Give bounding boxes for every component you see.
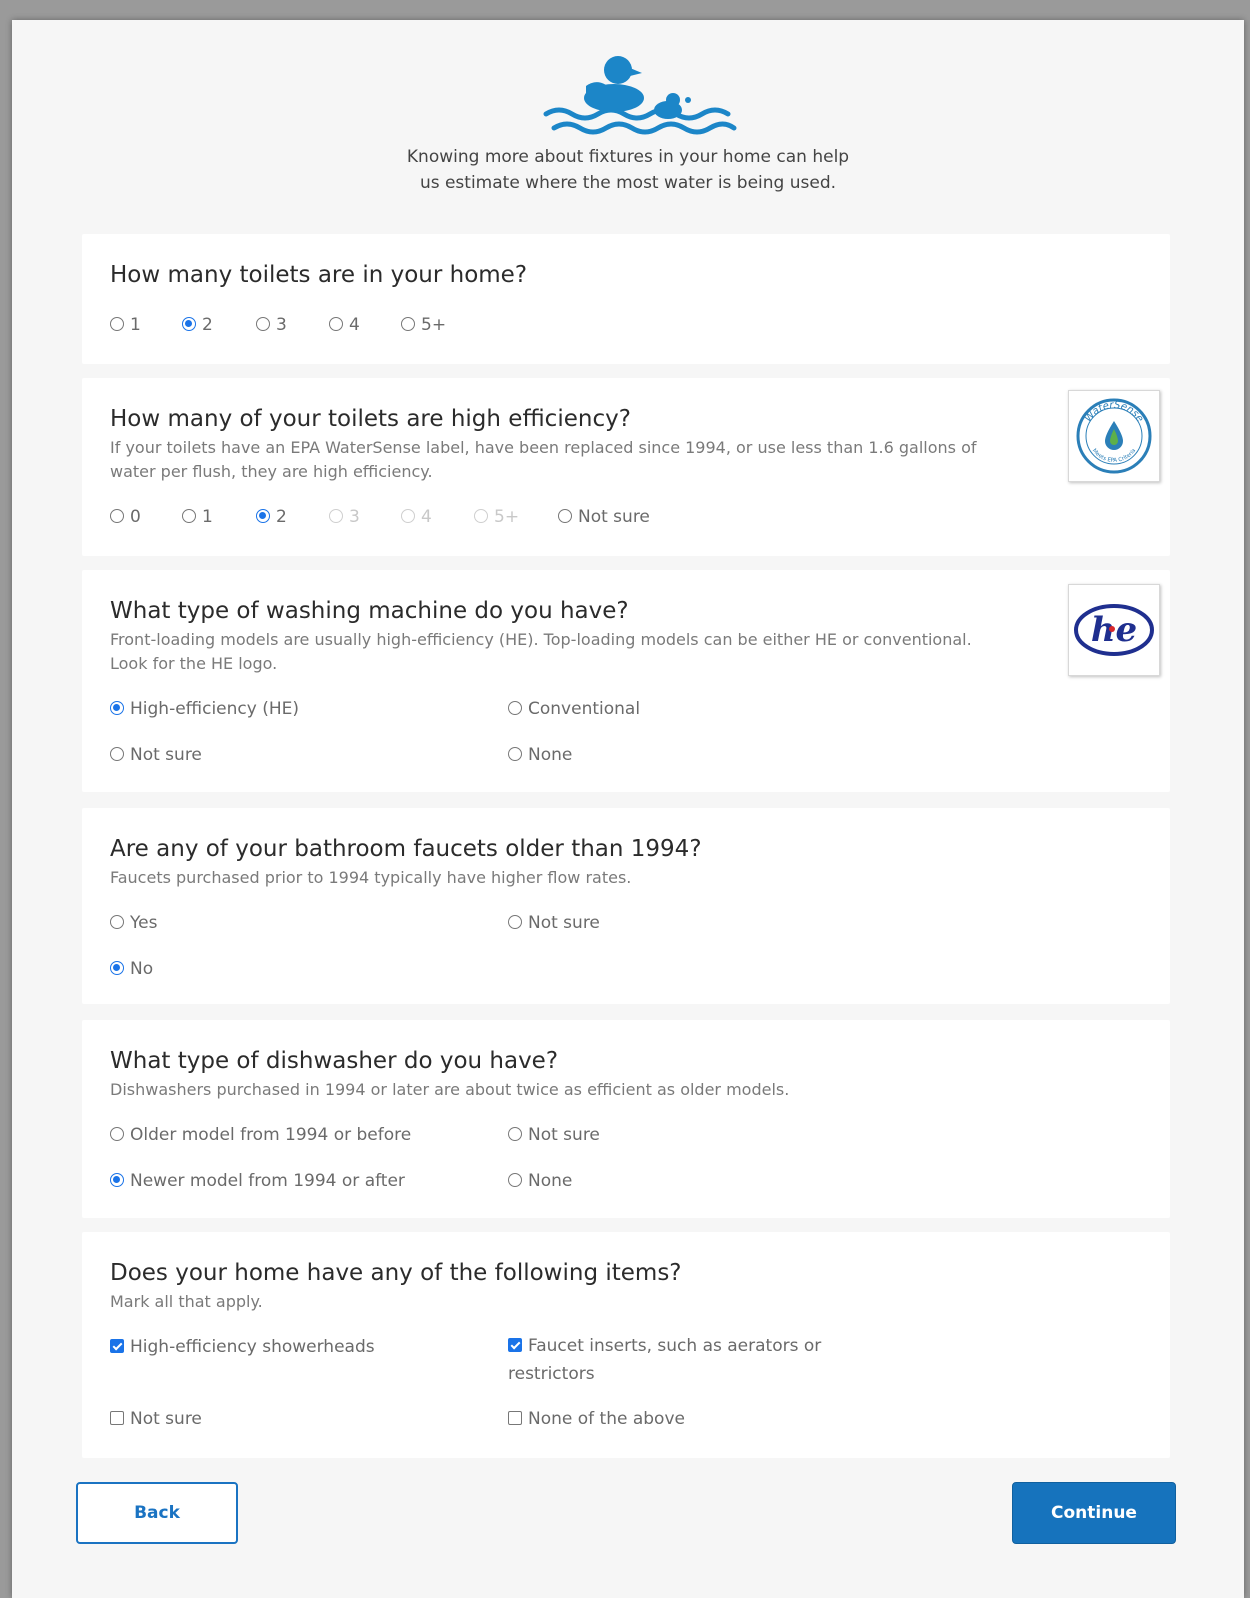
option-he-toilets-1[interactable]: 1 bbox=[182, 506, 213, 528]
question-title: What type of dishwasher do you have? bbox=[110, 1048, 559, 1074]
option-washer-not-sure[interactable]: Not sure bbox=[110, 744, 202, 766]
option-items-faucet-inserts[interactable]: Faucet inserts, such as aerators or rest… bbox=[508, 1332, 868, 1388]
radio-button[interactable] bbox=[110, 1127, 124, 1141]
radio-button-disabled bbox=[474, 509, 488, 523]
option-he-toilets-0[interactable]: 0 bbox=[110, 506, 141, 528]
question-card-washing-machine: What type of washing machine do you have… bbox=[82, 570, 1170, 792]
radio-button[interactable] bbox=[110, 317, 124, 331]
radio-button-selected[interactable] bbox=[110, 1173, 124, 1187]
back-button[interactable]: Back bbox=[76, 1482, 238, 1544]
radio-button-selected[interactable] bbox=[256, 509, 270, 523]
question-card-toilets: How many toilets are in your home? 1 2 3… bbox=[82, 234, 1170, 364]
radio-button[interactable] bbox=[508, 701, 522, 715]
option-he-toilets-5plus: 5+ bbox=[474, 506, 519, 528]
question-title: What type of washing machine do you have… bbox=[110, 598, 629, 624]
intro-line-2: us estimate where the most water is bein… bbox=[419, 173, 837, 193]
question-help: If your toilets have an EPA WaterSense l… bbox=[110, 438, 977, 481]
radio-button-selected[interactable] bbox=[110, 961, 124, 975]
radio-button[interactable] bbox=[401, 317, 415, 331]
question-title: Does your home have any of the following… bbox=[110, 1260, 682, 1286]
option-items-showerheads[interactable]: High-efficiency showerheads bbox=[110, 1336, 375, 1358]
checkbox-checked[interactable] bbox=[110, 1339, 124, 1353]
intro-line-1: Knowing more about fixtures in your home… bbox=[406, 147, 850, 167]
option-items-not-sure[interactable]: Not sure bbox=[110, 1408, 202, 1430]
radio-button[interactable] bbox=[110, 509, 124, 523]
option-toilets-3[interactable]: 3 bbox=[256, 314, 287, 336]
radio-button-selected[interactable] bbox=[182, 317, 196, 331]
radio-button[interactable] bbox=[508, 1127, 522, 1141]
checkbox-checked[interactable] bbox=[508, 1338, 522, 1352]
question-card-dishwasher: What type of dishwasher do you have? Dis… bbox=[82, 1020, 1170, 1218]
radio-button-selected[interactable] bbox=[110, 701, 124, 715]
question-title: How many toilets are in your home? bbox=[110, 262, 528, 288]
radio-button[interactable] bbox=[182, 509, 196, 523]
radio-button[interactable] bbox=[329, 317, 343, 331]
checkbox[interactable] bbox=[508, 1411, 522, 1425]
option-toilets-2[interactable]: 2 bbox=[182, 314, 213, 336]
option-washer-conventional[interactable]: Conventional bbox=[508, 698, 640, 720]
option-toilets-1[interactable]: 1 bbox=[110, 314, 141, 336]
option-he-toilets-not-sure[interactable]: Not sure bbox=[558, 506, 650, 528]
option-faucets-not-sure[interactable]: Not sure bbox=[508, 912, 600, 934]
question-help: Faucets purchased prior to 1994 typicall… bbox=[110, 868, 632, 887]
option-faucets-no[interactable]: No bbox=[110, 958, 153, 980]
radio-button[interactable] bbox=[110, 747, 124, 761]
radio-button[interactable] bbox=[508, 747, 522, 761]
option-he-toilets-3: 3 bbox=[329, 506, 360, 528]
option-he-toilets-4: 4 bbox=[401, 506, 432, 528]
he-badge: he bbox=[1068, 584, 1160, 676]
checkbox[interactable] bbox=[110, 1411, 124, 1425]
radio-button[interactable] bbox=[558, 509, 572, 523]
radio-button[interactable] bbox=[508, 1173, 522, 1187]
intro-text: Knowing more about fixtures in your home… bbox=[12, 144, 1244, 196]
question-card-items: Does your home have any of the following… bbox=[82, 1232, 1170, 1458]
option-he-toilets-2[interactable]: 2 bbox=[256, 506, 287, 528]
option-dishwasher-none[interactable]: None bbox=[508, 1170, 572, 1192]
option-items-none[interactable]: None of the above bbox=[508, 1408, 685, 1430]
question-title: Are any of your bathroom faucets older t… bbox=[110, 836, 702, 862]
question-help: Front-loading models are usually high-ef… bbox=[110, 630, 972, 673]
option-toilets-4[interactable]: 4 bbox=[329, 314, 360, 336]
question-title: How many of your toilets are high effici… bbox=[110, 406, 631, 432]
question-card-bathroom-faucets: Are any of your bathroom faucets older t… bbox=[82, 808, 1170, 1004]
radio-button-disabled bbox=[329, 509, 343, 523]
question-help: Dishwashers purchased in 1994 or later a… bbox=[110, 1080, 790, 1099]
option-dishwasher-older[interactable]: Older model from 1994 or before bbox=[110, 1124, 411, 1146]
option-washer-he[interactable]: High-efficiency (HE) bbox=[110, 698, 299, 720]
option-dishwasher-not-sure[interactable]: Not sure bbox=[508, 1124, 600, 1146]
option-toilets-5plus[interactable]: 5+ bbox=[401, 314, 446, 336]
question-card-high-efficiency-toilets: How many of your toilets are high effici… bbox=[82, 378, 1170, 556]
question-help: Mark all that apply. bbox=[110, 1292, 263, 1311]
watersense-badge: WaterSense Meets EPA Criteria bbox=[1068, 390, 1160, 482]
he-logo-icon: he bbox=[1074, 604, 1154, 656]
radio-button[interactable] bbox=[110, 915, 124, 929]
radio-button[interactable] bbox=[508, 915, 522, 929]
page-frame: Knowing more about fixtures in your home… bbox=[12, 20, 1244, 1598]
radio-button[interactable] bbox=[256, 317, 270, 331]
continue-button[interactable]: Continue bbox=[1012, 1482, 1176, 1544]
option-washer-none[interactable]: None bbox=[508, 744, 572, 766]
radio-button-disabled bbox=[401, 509, 415, 523]
option-dishwasher-newer[interactable]: Newer model from 1994 or after bbox=[110, 1170, 405, 1192]
duck-logo-icon bbox=[543, 56, 737, 135]
option-faucets-yes[interactable]: Yes bbox=[110, 912, 157, 934]
watersense-logo-icon: WaterSense Meets EPA Criteria bbox=[1076, 398, 1152, 474]
